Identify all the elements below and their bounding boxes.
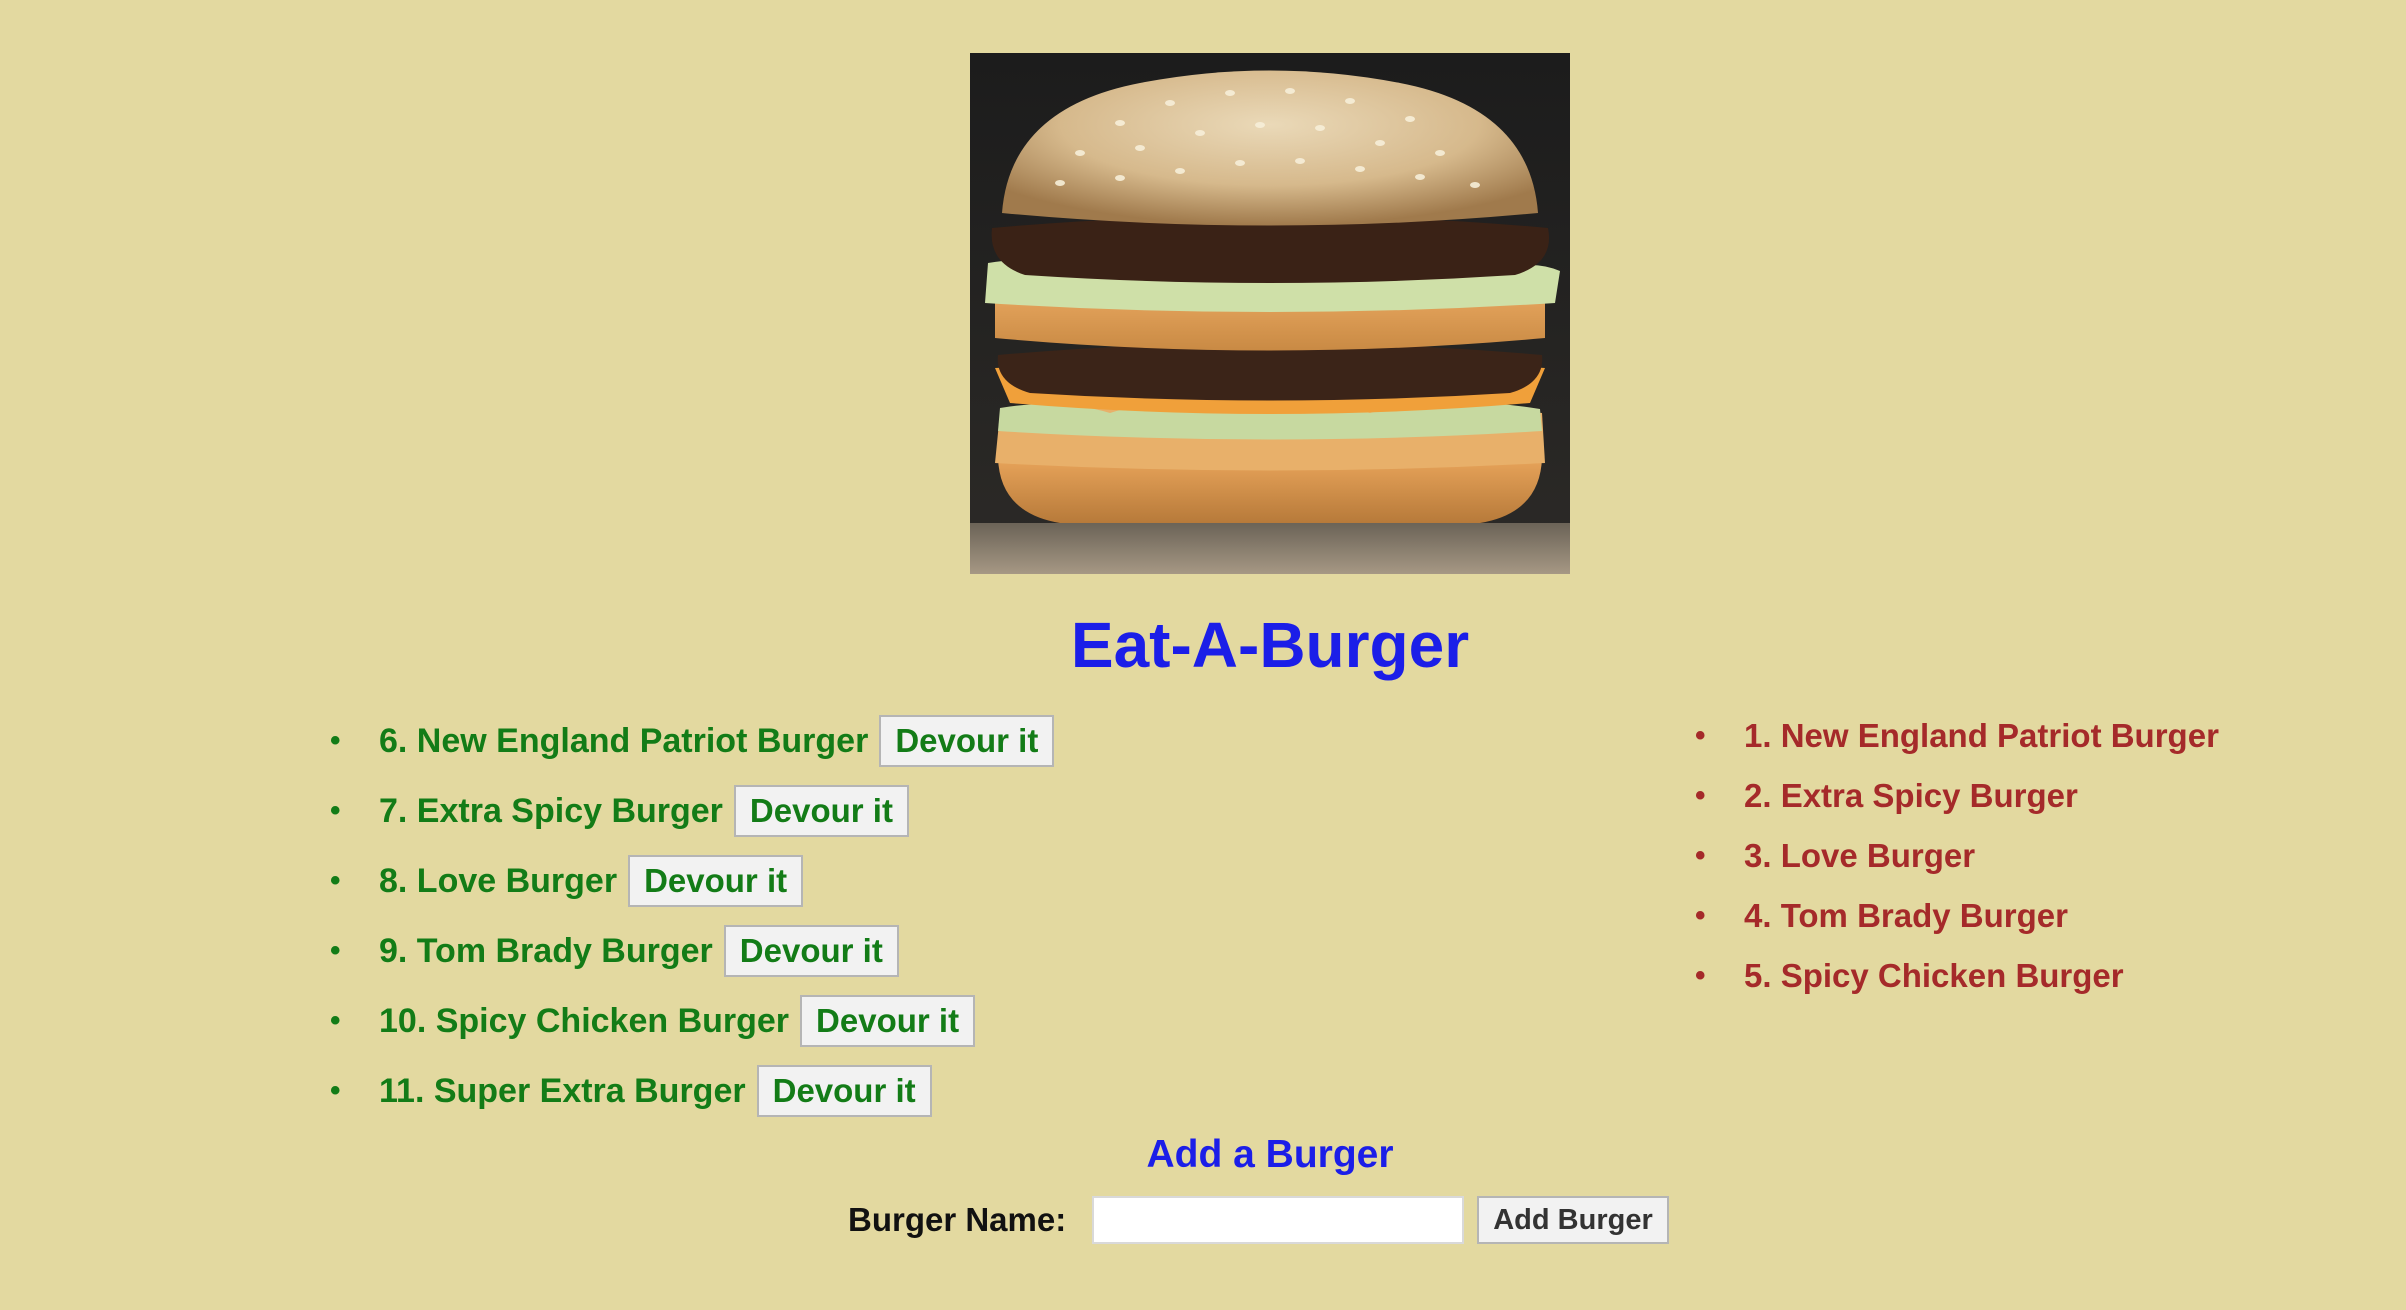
devour-button[interactable]: Devour it (800, 995, 976, 1047)
burger-label: 8. Love Burger (379, 861, 618, 900)
devoured-burger-label: 5. Spicy Chicken Burger (1744, 957, 2124, 994)
devoured-burger-label: 2. Extra Spicy Burger (1744, 777, 2078, 814)
devoured-burger-label: 1. New England Patriot Burger (1744, 717, 2219, 754)
bullet: • (330, 934, 341, 967)
list-item: • 11. Super Extra Burger Devour it (330, 1056, 1054, 1126)
bullet: • (1695, 719, 1706, 752)
list-item: • 5. Spicy Chicken Burger (1695, 946, 2219, 1006)
list-item: • 9. Tom Brady Burger Devour it (330, 916, 1054, 986)
devoured-burger-label: 4. Tom Brady Burger (1744, 897, 2068, 934)
bullet: • (1695, 839, 1706, 872)
bullet: • (1695, 959, 1706, 992)
list-item: • 7. Extra Spicy Burger Devour it (330, 776, 1054, 846)
list-item: • 2. Extra Spicy Burger (1695, 766, 2219, 826)
devour-button[interactable]: Devour it (628, 855, 804, 907)
devour-button[interactable]: Devour it (723, 925, 899, 977)
burger-label: 7. Extra Spicy Burger (379, 791, 723, 830)
uneaten-burger-list: • 6. New England Patriot Burger Devour i… (330, 706, 1055, 1126)
burger-label: 6. New England Patriot Burger (379, 721, 869, 760)
add-burger-form: Burger Name: Add Burger (848, 1196, 1669, 1244)
page-title: Eat-A-Burger (1070, 609, 1470, 681)
list-item: • 4. Tom Brady Burger (1695, 886, 2219, 946)
burger-label: 9. Tom Brady Burger (379, 931, 713, 970)
bullet: • (1695, 899, 1706, 932)
devoured-burger-label: 3. Love Burger (1744, 837, 1976, 874)
burger-image (970, 53, 1570, 574)
bullet: • (330, 864, 341, 897)
list-item: • 8. Love Burger Devour it (330, 846, 1054, 916)
devour-button[interactable]: Devour it (733, 785, 909, 837)
burger-name-input[interactable] (1092, 1196, 1465, 1244)
bullet: • (330, 724, 341, 757)
list-item: • 3. Love Burger (1695, 826, 2219, 886)
add-burger-heading: Add a Burger (1146, 1133, 1394, 1176)
devour-button[interactable]: Devour it (879, 715, 1055, 767)
burger-photo-icon (970, 70, 1570, 574)
add-burger-button[interactable]: Add Burger (1477, 1196, 1669, 1244)
devour-button[interactable]: Devour it (756, 1065, 932, 1117)
bullet: • (1695, 779, 1706, 812)
bullet: • (330, 1074, 341, 1107)
list-item: • 1. New England Patriot Burger (1695, 706, 2219, 766)
devoured-burger-list: • 1. New England Patriot Burger • 2. Ext… (1695, 706, 2219, 1006)
burger-name-label: Burger Name: (848, 1201, 1067, 1238)
bullet: • (330, 1004, 341, 1037)
list-item: • 6. New England Patriot Burger Devour i… (330, 706, 1055, 776)
bullet: • (330, 794, 341, 827)
burger-label: 11. Super Extra Burger (379, 1071, 746, 1110)
burger-label: 10. Spicy Chicken Burger (379, 1001, 790, 1040)
list-item: • 10. Spicy Chicken Burger Devour it (330, 986, 1054, 1056)
